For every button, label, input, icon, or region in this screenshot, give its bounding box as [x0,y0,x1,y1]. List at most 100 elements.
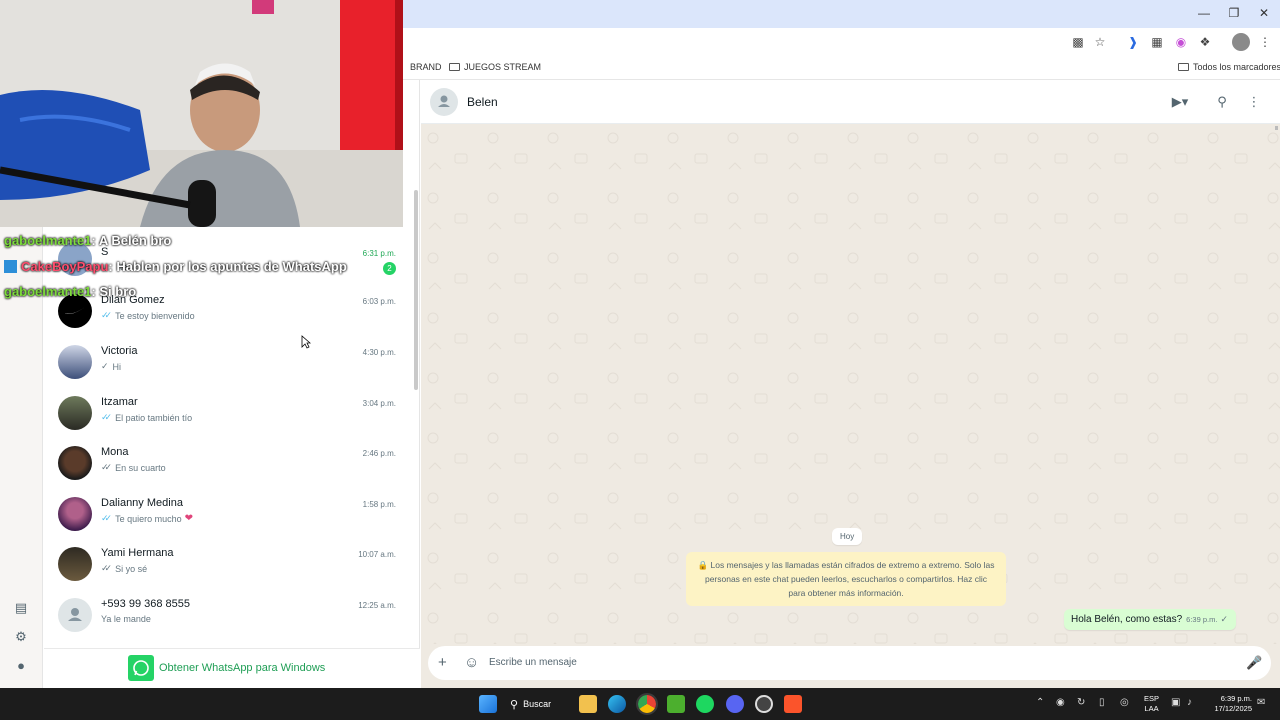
chat-row[interactable]: Dilan Gomez 6:03 p.m. ✓✓ Te estoy bienven… [44,294,414,344]
preview-text: Si yo sé [115,563,148,574]
brave-browser-icon[interactable] [784,695,802,713]
chat-row[interactable]: Itzamar 3:04 p.m. ✓✓ El patio también tío [44,396,414,446]
minimize-button[interactable]: — [1189,4,1219,22]
windows-taskbar: ⚲ Buscar ⌃ ◉ ↻ ▯ ◎ ESP LAA ▣ ♪ 6:39 p.m. 17… [0,688,1280,720]
microphone-icon[interactable]: 🎤 [1246,654,1262,672]
sticker-emoji-icon[interactable]: ☺ [464,654,479,672]
more-options-icon[interactable]: ⋮ [1247,93,1261,111]
extension-purple-icon[interactable]: ◉ [1172,33,1190,51]
preview-text: Te estoy bienvenido [115,310,195,321]
chat-preview: ✓✓ El patio también tío [101,412,192,423]
chat-row[interactable]: Victoria 4:30 p.m. ✓ Hi [44,345,414,395]
chat-list-scrollbar[interactable] [414,190,418,390]
conversation-header[interactable]: Belen ▶▾ ⚲ ⋮ [421,80,1280,124]
chat-time: 3:04 p.m. [362,399,396,408]
preview-text: El patio también tío [115,412,193,423]
chat-name: Mona [101,446,129,458]
chat-row[interactable]: Dalianny Medina 1:58 p.m. ✓✓ Te quiero mu… [44,497,414,547]
input-language[interactable]: ESP LAA [1144,694,1159,714]
clock-time: 6:39 p.m. [1220,694,1252,703]
preview-text: Te quiero mucho [115,513,182,524]
chat-row[interactable]: +593 99 368 8555 12:25 a.m. Ya le mande [44,598,414,648]
chat-preview: ✓✓ Si yo sé [101,563,147,574]
avatar [58,497,92,531]
contact-avatar[interactable] [430,88,458,116]
bookmark-label: JUEGOS STREAM [464,62,542,72]
lock-icon: 🔒 [697,560,711,570]
stream-chat-line: gaboelmante1: A Belén bro [4,233,171,248]
spotify-icon[interactable] [696,695,714,713]
whatsapp-logo-icon [128,655,154,681]
close-window-button[interactable]: ✕ [1249,4,1279,22]
chat-name: Yami Hermana [101,547,174,559]
sent-tick-icon: ✓ [101,361,109,371]
conversation-scrollbar[interactable] [1275,126,1278,130]
search-icon: ⚲ [510,698,519,711]
restore-button[interactable]: ❐ [1219,4,1249,22]
extension-sound-icon[interactable]: ❱ [1124,33,1142,51]
minecraft-icon[interactable] [667,695,685,713]
preview-text: En su cuarto [115,462,166,473]
edge-browser-icon[interactable] [608,695,626,713]
extension-grid-icon[interactable]: ▦ [1148,33,1166,51]
chat-username: gaboelmante1 [4,233,92,248]
profile-icon[interactable]: ● [13,658,29,674]
search-icon[interactable]: ⚲ [1213,93,1231,111]
profile-avatar-icon[interactable] [1232,33,1250,51]
avatar [58,345,92,379]
video-call-icon[interactable]: ▶▾ [1166,93,1194,111]
start-windows-icon[interactable] [479,695,497,713]
encryption-notice[interactable]: 🔒 Los mensajes y las llamadas están cifr… [686,552,1006,606]
chat-row[interactable]: Mona 2:46 p.m. ✓✓ En su cuarto [44,446,414,496]
system-clock[interactable]: 6:39 p.m. 17/12/2025 [1214,694,1252,714]
sub-badge-icon [4,260,17,273]
chat-username: gaboelmante1 [4,284,92,299]
show-hidden-icons-icon[interactable]: ⌃ [1036,697,1044,708]
tray-app-icon[interactable]: ◉ [1056,697,1065,708]
get-whatsapp-link[interactable]: Obtener WhatsApp para Windows [159,662,325,674]
message-time: 6:39 p.m. [1186,615,1218,624]
bookmark-brand[interactable]: BRAND [410,62,442,72]
chat-name: Victoria [101,345,138,357]
encryption-text: Los mensajes y las llamadas están cifrad… [704,560,995,598]
lang-layout: LAA [1144,704,1159,713]
preview-text: Ya le mande [101,614,151,624]
attach-plus-icon[interactable]: + [438,654,447,672]
discord-icon[interactable] [726,695,744,713]
tray-sync-icon[interactable]: ↻ [1077,697,1085,708]
tray-battery-icon[interactable]: ▯ [1099,697,1105,708]
bookmark-star-icon[interactable]: ☆ [1091,33,1109,51]
all-bookmarks[interactable]: Todos los marcadores [1178,62,1280,72]
browser-menu-icon[interactable]: ⋮ [1256,33,1274,51]
settings-gear-icon[interactable]: ⚙ [13,629,29,645]
volume-icon[interactable]: ♪ [1187,697,1192,708]
message-text: Hola Belén, como estas? [1071,614,1183,625]
conversation-pane: Belen ▶▾ ⚲ ⋮ Hoy 🔒 Los mensajes y las ll… [421,80,1280,688]
read-tick-icon: ✓✓ [101,412,112,422]
notifications-icon[interactable]: ✉ [1257,697,1265,708]
install-app-icon[interactable]: ▩ [1069,33,1087,51]
extensions-puzzle-icon[interactable]: ❖ [1196,33,1214,51]
stream-chat-line: CakeBoyPapu: Hablen por los apuntes de W… [4,259,347,274]
media-gallery-icon[interactable]: ▤ [13,600,29,616]
webcam-scene [0,0,403,227]
mouse-cursor-icon [301,335,311,349]
obs-studio-icon[interactable] [755,695,773,713]
message-input[interactable]: Escribe un mensaje [489,657,577,668]
contact-name[interactable]: Belen [467,95,498,109]
outgoing-message[interactable]: Hola Belén, como estas? 6:39 p.m. ✓ [1064,609,1236,630]
tray-mic-icon[interactable]: ◎ [1120,697,1129,708]
bookmark-label: BRAND [410,62,442,72]
file-explorer-icon[interactable] [579,695,597,713]
bookmark-juegos-stream[interactable]: JUEGOS STREAM [449,62,541,72]
chrome-browser-icon[interactable] [636,693,658,715]
chat-time: 4:30 p.m. [362,348,396,357]
chat-row[interactable]: Yami Hermana 10:07 a.m. ✓✓ Si yo sé [44,547,414,597]
chat-preview: ✓✓ Te estoy bienvenido [101,310,195,321]
message-composer[interactable]: + ☺ Escribe un mensaje 🎤 [428,646,1271,680]
webcam-overlay [0,0,403,227]
date-chip: Hoy [832,528,863,545]
network-icon[interactable]: ▣ [1171,697,1180,708]
get-whatsapp-banner[interactable]: Obtener WhatsApp para Windows [44,648,420,688]
taskbar-search[interactable]: ⚲ Buscar [510,694,551,714]
